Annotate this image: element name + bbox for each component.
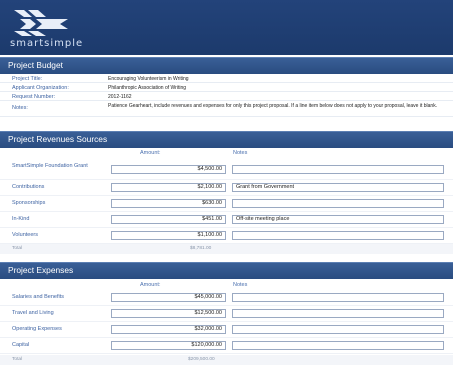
expense-label: Operating Expenses (12, 326, 62, 332)
brand-name: smartsimple (10, 38, 84, 49)
applicant-organization-value: Philanthropic Association of Writing (108, 85, 187, 91)
amount-input[interactable]: $451.00 (111, 215, 226, 224)
revenue-label: SmartSimple Foundation Grant (12, 163, 88, 169)
total-value: $8,781.00 (190, 246, 212, 251)
notes-column-header: Notes (233, 150, 248, 156)
amount-input[interactable]: $4,500.00 (111, 165, 226, 174)
section-title: Project Budget (8, 60, 63, 70)
info-row: Applicant Organization: Philanthropic As… (0, 84, 453, 92)
notes-input[interactable] (232, 199, 444, 208)
table-row: Volunteers $1,100.00 (0, 228, 453, 244)
revenue-label: Volunteers (12, 232, 38, 238)
table-row: Contributions $2,100.00 Grant from Gover… (0, 180, 453, 196)
project-expenses-header: Project Expenses (0, 262, 453, 279)
total-row: Total $209,500.00 (0, 355, 453, 365)
total-label: Total (12, 246, 23, 251)
project-title-value: Encouraging Volunteerism in Writing (108, 76, 189, 82)
notes-column-header: Notes (233, 282, 248, 288)
notes-input[interactable] (232, 165, 444, 174)
amount-input[interactable]: $120,000.00 (111, 341, 226, 350)
revenue-label: Contributions (12, 184, 45, 190)
section-title: Project Revenues Sources (8, 134, 108, 144)
project-title-label: Project Title: (12, 76, 43, 82)
notes-input[interactable] (232, 231, 444, 240)
table-row: Travel and Living $12,500.00 (0, 306, 453, 322)
expense-label: Travel and Living (12, 310, 54, 316)
notes-input[interactable]: Off-site meeting place (232, 215, 444, 224)
info-row: Request Number: 2012-1162 (0, 93, 453, 101)
total-value: $209,500.00 (188, 357, 215, 362)
table-row: In-Kind $451.00 Off-site meeting place (0, 212, 453, 228)
amount-column-header: Amount: (140, 282, 161, 288)
notes-input[interactable] (232, 293, 444, 302)
smartsimple-logo-icon (14, 10, 68, 36)
total-row: Total $8,781.00 (0, 244, 453, 254)
amount-input[interactable]: $1,100.00 (111, 231, 226, 240)
table-row: Sponsorships $630.00 (0, 196, 453, 212)
notes-value: Patience Gearheart, include revenues and… (108, 103, 438, 109)
table-row: Salaries and Benefits $45,000.00 (0, 290, 453, 306)
notes-input[interactable] (232, 325, 444, 334)
project-budget-header: Project Budget (0, 57, 453, 74)
request-number-label: Request Number: (12, 94, 56, 100)
project-revenues-header: Project Revenues Sources (0, 131, 453, 148)
amount-column-header: Amount: (140, 150, 161, 156)
section-title: Project Expenses (8, 265, 74, 275)
table-row: Operating Expenses $32,000.00 (0, 322, 453, 338)
expense-label: Capital (12, 342, 30, 348)
amount-input[interactable]: $32,000.00 (111, 325, 226, 334)
applicant-organization-label: Applicant Organization: (12, 85, 69, 91)
total-label: Total (12, 357, 23, 362)
notes-input[interactable] (232, 309, 444, 318)
revenue-label: Sponsorships (12, 200, 46, 206)
expense-label: Salaries and Benefits (12, 294, 64, 300)
notes-input[interactable]: Grant from Government (232, 183, 444, 192)
notes-input[interactable] (232, 341, 444, 350)
notes-label: Notes: (12, 105, 28, 111)
info-row: Project Title: Encouraging Volunteerism … (0, 75, 453, 83)
revenue-label: In-Kind (12, 216, 30, 222)
amount-input[interactable]: $630.00 (111, 199, 226, 208)
header-banner: smartsimple (0, 0, 453, 55)
request-number-value: 2012-1162 (108, 94, 132, 100)
table-row: SmartSimple Foundation Grant $4,500.00 (0, 158, 453, 180)
amount-input[interactable]: $2,100.00 (111, 183, 226, 192)
amount-input[interactable]: $45,000.00 (111, 293, 226, 302)
table-row: Capital $120,000.00 (0, 338, 453, 354)
amount-input[interactable]: $12,500.00 (111, 309, 226, 318)
info-row: Notes: Patience Gearheart, include reven… (0, 102, 453, 117)
